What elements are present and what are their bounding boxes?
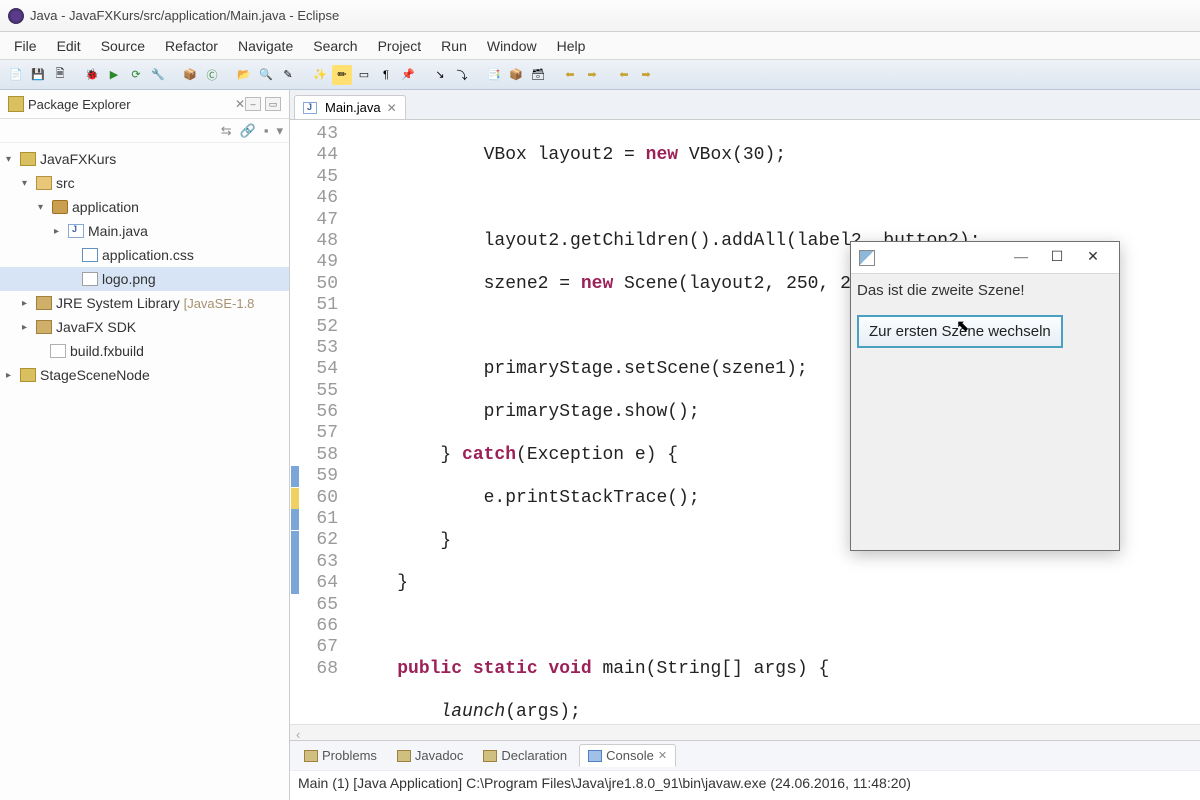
- menu-project[interactable]: Project: [368, 34, 432, 58]
- line-gutter: 4344454647484950515253545556575859606162…: [290, 120, 350, 724]
- tree-project[interactable]: ▾JavaFXKurs: [0, 147, 289, 171]
- tab-console[interactable]: Console✕: [579, 744, 676, 767]
- tab-label: Main.java: [325, 100, 381, 115]
- tree-package[interactable]: ▾application: [0, 195, 289, 219]
- menu-window[interactable]: Window: [477, 34, 547, 58]
- tree-main-java[interactable]: ▸Main.java: [0, 219, 289, 243]
- change-marker-icon: [291, 531, 299, 552]
- wand-button[interactable]: ✨: [310, 65, 330, 85]
- tab-declaration[interactable]: Declaration: [475, 745, 575, 766]
- java-file-icon: [303, 102, 317, 114]
- skip-button[interactable]: ⤵: [452, 65, 472, 85]
- close-console-icon[interactable]: ✕: [658, 749, 667, 762]
- minimize-button[interactable]: —: [1003, 250, 1039, 266]
- debug-button[interactable]: 🐞: [82, 65, 102, 85]
- link-editor-icon[interactable]: 🔗: [240, 123, 256, 139]
- tree-build-fxbuild[interactable]: build.fxbuild: [0, 339, 289, 363]
- tree-project2[interactable]: ▸StageSceneNode: [0, 363, 289, 387]
- javadoc-icon: [397, 750, 411, 762]
- stage-titlebar[interactable]: — ☐ ✕: [851, 242, 1119, 274]
- run-last-button[interactable]: ⟳: [126, 65, 146, 85]
- back-button[interactable]: ⬅: [614, 65, 634, 85]
- javafx-stage[interactable]: — ☐ ✕ Das ist die zweite Szene! Zur erst…: [850, 241, 1120, 551]
- tree-application-css[interactable]: application.css: [0, 243, 289, 267]
- editor-tabstrip: Main.java ✕: [290, 90, 1200, 120]
- minimize-view-button[interactable]: –: [245, 97, 261, 111]
- problems-icon: [304, 750, 318, 762]
- view-header: Package Explorer ✕ – ▭: [0, 90, 289, 119]
- block-select-button[interactable]: ▭: [354, 65, 374, 85]
- collapse-all-icon[interactable]: ⇆: [221, 123, 232, 139]
- tree-jre[interactable]: ▸JRE System Library [JavaSE-1.8: [0, 291, 289, 315]
- main-toolbar: 📄 💾 🗎 🐞 ▶ ⟳ 🔧 📦 Ⓒ 📂 🔍 ✎ ✨ ✏ ▭ ¶ 📌 ↘ ⤵ 📑 …: [0, 60, 1200, 90]
- bottom-tabstrip: Problems Javadoc Declaration Console✕: [290, 740, 1200, 770]
- search-button[interactable]: 🔍: [256, 65, 276, 85]
- view-menu-icon[interactable]: ▾: [276, 123, 283, 139]
- console-output: Main (1) [Java Application] C:\Program F…: [290, 770, 1200, 800]
- horizontal-scrollbar[interactable]: ‹: [290, 724, 1200, 740]
- close-button[interactable]: ✕: [1075, 249, 1111, 266]
- java-app-icon: [859, 250, 875, 266]
- tree-javafx-sdk[interactable]: ▸JavaFX SDK: [0, 315, 289, 339]
- tab-problems[interactable]: Problems: [296, 745, 385, 766]
- forward-button[interactable]: ➡: [636, 65, 656, 85]
- step-button[interactable]: ↘: [430, 65, 450, 85]
- warning-marker-icon: [291, 488, 299, 509]
- save-button[interactable]: 💾: [28, 65, 48, 85]
- menu-search[interactable]: Search: [303, 34, 367, 58]
- open-type-button[interactable]: 📂: [234, 65, 254, 85]
- next-annotation-button[interactable]: ➡: [582, 65, 602, 85]
- package-explorer-view: Package Explorer ✕ – ▭ ⇆ 🔗 ▪ ▾ ▾JavaFXKu…: [0, 90, 290, 800]
- tree-logo-png[interactable]: logo.png: [0, 267, 289, 291]
- tree-src[interactable]: ▾src: [0, 171, 289, 195]
- view-title: Package Explorer: [28, 97, 231, 112]
- scene-label: Das ist die zweite Szene!: [855, 282, 1115, 315]
- declaration-icon: [483, 750, 497, 762]
- menu-edit[interactable]: Edit: [47, 34, 91, 58]
- project-tree[interactable]: ▾JavaFXKurs ▾src ▾application ▸Main.java…: [0, 143, 289, 391]
- change-marker-icon: [291, 552, 299, 573]
- stage-scene: Das ist die zweite Szene! Zur ersten Sze…: [851, 274, 1119, 356]
- change-marker-icon: [291, 509, 299, 530]
- window-title: Java - JavaFXKurs/src/application/Main.j…: [30, 8, 339, 23]
- nav-back-button[interactable]: 📑: [484, 65, 504, 85]
- menu-run[interactable]: Run: [431, 34, 477, 58]
- menu-help[interactable]: Help: [547, 34, 596, 58]
- package-explorer-icon: [8, 96, 24, 112]
- save-all-button[interactable]: 🗎: [50, 65, 70, 85]
- nav-package-button[interactable]: 📦: [506, 65, 526, 85]
- pin-button[interactable]: 📌: [398, 65, 418, 85]
- run-button[interactable]: ▶: [104, 65, 124, 85]
- menu-refactor[interactable]: Refactor: [155, 34, 228, 58]
- new-class-button[interactable]: Ⓒ: [202, 65, 222, 85]
- change-marker-icon: [291, 573, 299, 594]
- external-tools-button[interactable]: 🔧: [148, 65, 168, 85]
- menu-file[interactable]: File: [4, 34, 47, 58]
- maximize-view-button[interactable]: ▭: [265, 97, 281, 111]
- close-view-icon[interactable]: ✕: [235, 97, 245, 111]
- menubar: File Edit Source Refactor Navigate Searc…: [0, 32, 1200, 60]
- view-toolbar: ⇆ 🔗 ▪ ▾: [0, 119, 289, 143]
- new-package-button[interactable]: 📦: [180, 65, 200, 85]
- highlight-button[interactable]: ✏: [332, 65, 352, 85]
- maximize-button[interactable]: ☐: [1039, 249, 1075, 266]
- prev-annotation-button[interactable]: ⬅: [560, 65, 580, 85]
- close-tab-icon[interactable]: ✕: [387, 101, 397, 115]
- show-whitespace-button[interactable]: ¶: [376, 65, 396, 85]
- toggle-mark-button[interactable]: ✎: [278, 65, 298, 85]
- menu-navigate[interactable]: Navigate: [228, 34, 303, 58]
- window-titlebar: Java - JavaFXKurs/src/application/Main.j…: [0, 0, 1200, 32]
- eclipse-icon: [8, 8, 24, 24]
- filter-icon[interactable]: ▪: [264, 123, 269, 138]
- switch-scene-button[interactable]: Zur ersten Szene wechseln: [857, 315, 1063, 348]
- tab-javadoc[interactable]: Javadoc: [389, 745, 471, 766]
- override-marker-icon: [291, 466, 299, 487]
- nav-box-button[interactable]: 🗃: [528, 65, 548, 85]
- console-icon: [588, 750, 602, 762]
- menu-source[interactable]: Source: [91, 34, 155, 58]
- new-button[interactable]: 📄: [6, 65, 26, 85]
- editor-tab-main[interactable]: Main.java ✕: [294, 95, 406, 119]
